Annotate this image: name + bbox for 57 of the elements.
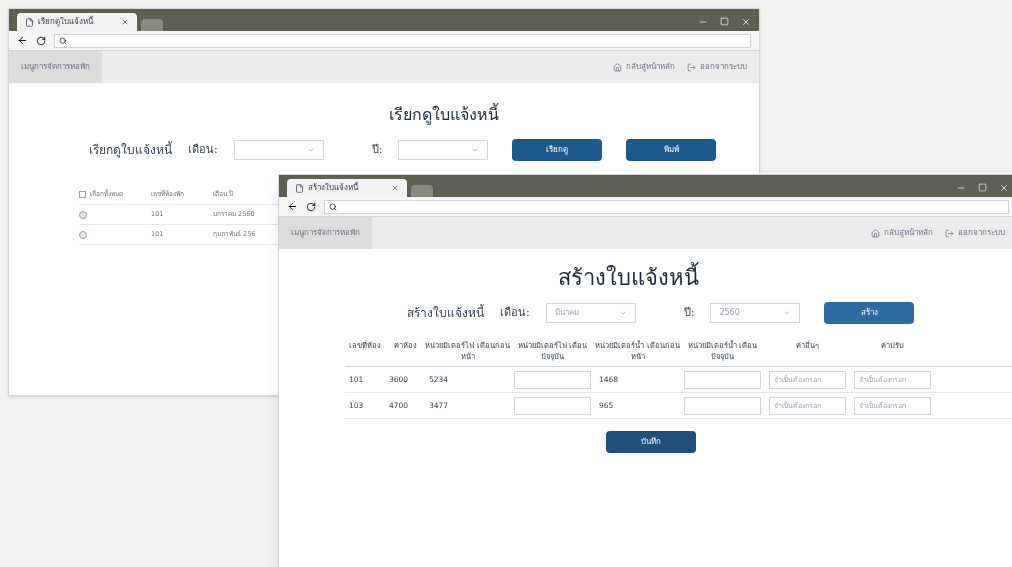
close-icon[interactable]	[999, 183, 1009, 193]
month-label: เดือน:	[188, 141, 218, 158]
new-tab-button[interactable]	[141, 19, 163, 31]
maximize-icon[interactable]	[978, 183, 987, 192]
form-label: สร้างใบแจ้งหนี้	[407, 304, 484, 322]
radio-button[interactable]	[79, 210, 87, 219]
input-field[interactable]	[684, 396, 761, 415]
logout-link[interactable]: ออกจากระบบ	[700, 61, 747, 73]
back-icon[interactable]	[17, 35, 28, 46]
menu-link[interactable]: เมนูการจัดการหอพัก	[279, 217, 372, 249]
input-field[interactable]	[684, 370, 761, 389]
home-icon	[871, 228, 880, 238]
year-select[interactable]	[398, 140, 489, 160]
year-label: ปี:	[683, 304, 695, 321]
logout-link[interactable]: ออกจากระบบ	[958, 227, 1005, 239]
close-tab-icon[interactable]	[121, 18, 129, 26]
home-icon	[613, 62, 622, 72]
month-label: เดือน:	[500, 304, 530, 321]
reload-icon[interactable]	[306, 201, 316, 212]
search-icon	[59, 36, 67, 45]
save-button[interactable]: บันทึก	[606, 431, 696, 453]
reload-icon[interactable]	[36, 35, 46, 46]
new-tab-button[interactable]	[411, 185, 433, 197]
maximize-icon[interactable]	[720, 17, 729, 26]
month-select[interactable]	[233, 140, 324, 160]
form-label: เรียกดูใบแจ้งหนี้	[89, 141, 172, 159]
close-tab-icon[interactable]	[391, 184, 399, 192]
dropdown-caret-icon	[618, 309, 627, 317]
action-button[interactable]: เรียกดู	[512, 139, 603, 161]
page-heading: เรียกดูใบแจ้งหนี้	[388, 103, 500, 127]
create-button[interactable]: สร้าง	[824, 302, 915, 324]
year-select[interactable]: 2560	[710, 303, 801, 323]
address-bar[interactable]	[54, 33, 751, 48]
home-link[interactable]: กลับสู่หน้าหลัก	[884, 227, 933, 239]
logout-icon	[687, 62, 696, 72]
search-icon	[329, 202, 337, 211]
input-field[interactable]	[514, 396, 591, 415]
page-icon	[25, 17, 34, 27]
browser-tab[interactable]: สร้างใบแจ้งหนี้	[287, 179, 407, 197]
dropdown-caret-icon	[783, 309, 792, 317]
page-icon	[295, 183, 304, 193]
close-icon[interactable]	[741, 17, 751, 27]
checkbox[interactable]	[79, 191, 86, 198]
address-bar[interactable]	[324, 199, 1009, 214]
radio-button[interactable]	[79, 230, 87, 239]
browser-tab[interactable]: เรียกดูใบแจ้งหนี้	[17, 13, 137, 31]
dropdown-caret-icon	[306, 146, 315, 154]
year-label: ปี:	[371, 141, 383, 158]
back-icon[interactable]	[287, 201, 298, 212]
logout-icon	[945, 228, 954, 238]
action-button[interactable]: พิมพ์	[626, 139, 717, 161]
month-select[interactable]: มีนาคม	[545, 303, 636, 323]
home-link[interactable]: กลับสู่หน้าหลัก	[626, 61, 675, 73]
input-field[interactable]	[514, 370, 591, 389]
page-heading: สร้างใบแจ้งหนี้	[279, 261, 1012, 294]
dropdown-caret-icon	[471, 146, 480, 154]
menu-link[interactable]: เมนูการจัดการหอพัก	[9, 51, 102, 83]
